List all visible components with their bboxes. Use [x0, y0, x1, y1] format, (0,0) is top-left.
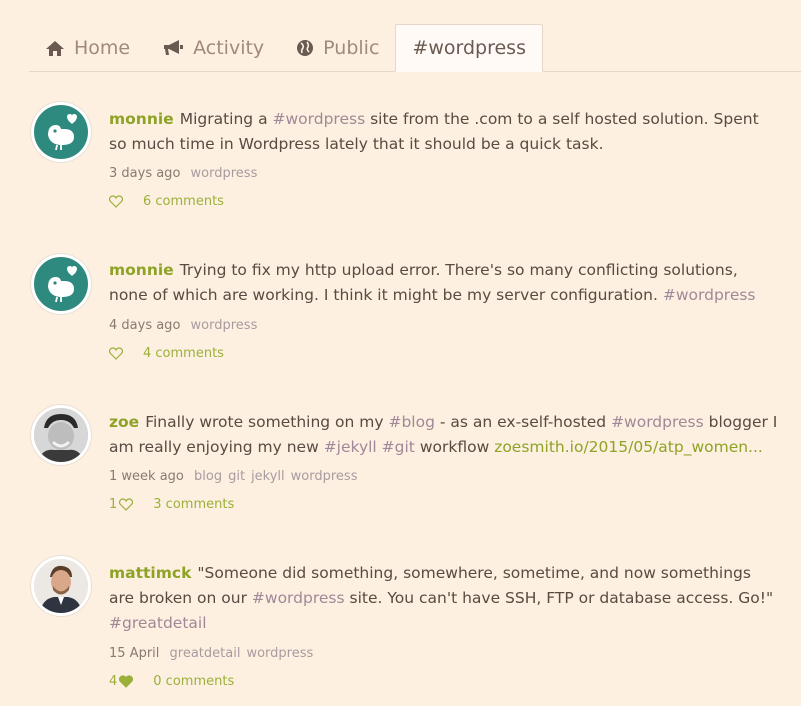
post-actions: 4 comments	[109, 346, 224, 361]
home-icon	[45, 40, 65, 57]
post-body: zoe Finally wrote something on my #blog -…	[109, 410, 779, 460]
post-meta: 15 April greatdetail wordpress	[109, 646, 313, 661]
comments-link[interactable]: 3 comments	[153, 497, 234, 512]
tag-link[interactable]: blog	[194, 469, 222, 484]
tab-label: Activity	[193, 37, 265, 59]
post-meta: 1 week ago blog git jekyll wordpress	[109, 469, 357, 484]
avatar[interactable]	[31, 102, 91, 162]
hashtag-link[interactable]: #blog	[388, 413, 434, 431]
tag-list: wordpress	[185, 318, 258, 333]
post-text: "Someone did something, somewhere, somet…	[109, 564, 773, 632]
post-actions: 1 3 comments	[109, 497, 234, 512]
tab-label: #wordpress	[412, 37, 526, 59]
post-timestamp[interactable]: 4 days ago	[109, 318, 180, 333]
tag-link[interactable]: git	[228, 469, 245, 484]
bird-icon	[48, 266, 77, 303]
avatar[interactable]	[31, 556, 91, 616]
tag-link[interactable]: wordpress	[291, 469, 358, 484]
post-actions: 6 comments	[109, 194, 224, 209]
post-text-segment: site. You can't have SSH, FTP or databas…	[344, 589, 774, 607]
hashtag-link[interactable]: #wordpress	[663, 286, 756, 304]
megaphone-icon	[162, 39, 184, 57]
post-body: monnie Migrating a #wordpress site from t…	[109, 107, 779, 157]
post-text-segment: workflow	[414, 438, 495, 456]
username-link[interactable]: monnie	[109, 261, 174, 279]
avatar[interactable]	[31, 405, 91, 465]
username-link[interactable]: monnie	[109, 110, 174, 128]
post-timestamp[interactable]: 3 days ago	[109, 166, 180, 181]
tag-link[interactable]: wordpress	[191, 318, 258, 333]
hashtag-link[interactable]: #wordpress	[611, 413, 704, 431]
post-meta: 4 days ago wordpress	[109, 318, 257, 333]
like-button[interactable]	[109, 347, 123, 360]
post-text-segment: - as an ex-self-hosted	[434, 413, 612, 431]
photo-avatar-mattimck	[34, 559, 88, 613]
post-text-segment: Finally wrote something on my	[145, 413, 389, 431]
hashtag-link[interactable]: #jekyll	[324, 438, 377, 456]
tag-link[interactable]: greatdetail	[170, 646, 241, 661]
photo-avatar-zoe	[34, 408, 88, 462]
tag-list: wordpress	[185, 166, 258, 181]
tab-wordpress[interactable]: #wordpress	[395, 24, 543, 72]
post-text-segment: Trying to fix my http upload error. Ther…	[109, 261, 738, 304]
hashtag-link[interactable]: #wordpress	[273, 110, 366, 128]
tab-home[interactable]: Home	[29, 25, 146, 71]
hashtag-link[interactable]: #greatdetail	[109, 614, 207, 632]
heart-icon	[109, 347, 123, 360]
hashtag-link[interactable]: #wordpress	[252, 589, 345, 607]
heart-icon	[119, 498, 134, 511]
like-button[interactable]: 1	[109, 497, 134, 512]
post-meta: 3 days ago wordpress	[109, 166, 257, 181]
post-timestamp[interactable]: 1 week ago	[109, 469, 184, 484]
heart-icon	[109, 195, 123, 208]
avatar[interactable]	[31, 254, 91, 314]
post-timestamp[interactable]: 15 April	[109, 646, 159, 661]
like-button[interactable]: 4	[109, 674, 134, 689]
tab-public[interactable]: Public	[280, 25, 395, 71]
post-text: Finally wrote something on my #blog - as…	[109, 413, 777, 456]
tab-label: Home	[74, 37, 131, 59]
tab-bar: Home Activity Public #wordpress	[29, 24, 801, 72]
tab-label: Public	[323, 37, 380, 59]
url-link[interactable]: zoesmith.io/2015/05/atp_women...	[494, 438, 763, 456]
like-count: 4	[109, 674, 118, 689]
post-text: Trying to fix my http upload error. Ther…	[109, 261, 756, 304]
tag-list: blog git jekyll wordpress	[188, 469, 357, 484]
tag-list: greatdetail wordpress	[164, 646, 314, 661]
bird-icon	[48, 114, 77, 151]
comments-link[interactable]: 0 comments	[153, 674, 234, 689]
tag-link[interactable]: jekyll	[251, 469, 285, 484]
post-text-segment: Migrating a	[179, 110, 273, 128]
like-count: 1	[109, 497, 118, 512]
comments-link[interactable]: 4 comments	[143, 346, 224, 361]
like-button[interactable]	[109, 195, 123, 208]
tag-link[interactable]: wordpress	[246, 646, 313, 661]
post-text: Migrating a #wordpress site from the .co…	[109, 110, 759, 153]
username-link[interactable]: mattimck	[109, 564, 191, 582]
hashtag-link[interactable]: #git	[382, 438, 415, 456]
tab-activity[interactable]: Activity	[146, 25, 280, 71]
tag-link[interactable]: wordpress	[191, 166, 258, 181]
post-body: monnie Trying to fix my http upload error…	[109, 258, 779, 308]
comments-link[interactable]: 6 comments	[143, 194, 224, 209]
globe-icon	[296, 39, 314, 57]
heart-icon	[119, 675, 134, 688]
post-actions: 4 0 comments	[109, 674, 234, 689]
username-link[interactable]: zoe	[109, 413, 139, 431]
post-body: mattimck "Someone did something, somewher…	[109, 561, 779, 636]
